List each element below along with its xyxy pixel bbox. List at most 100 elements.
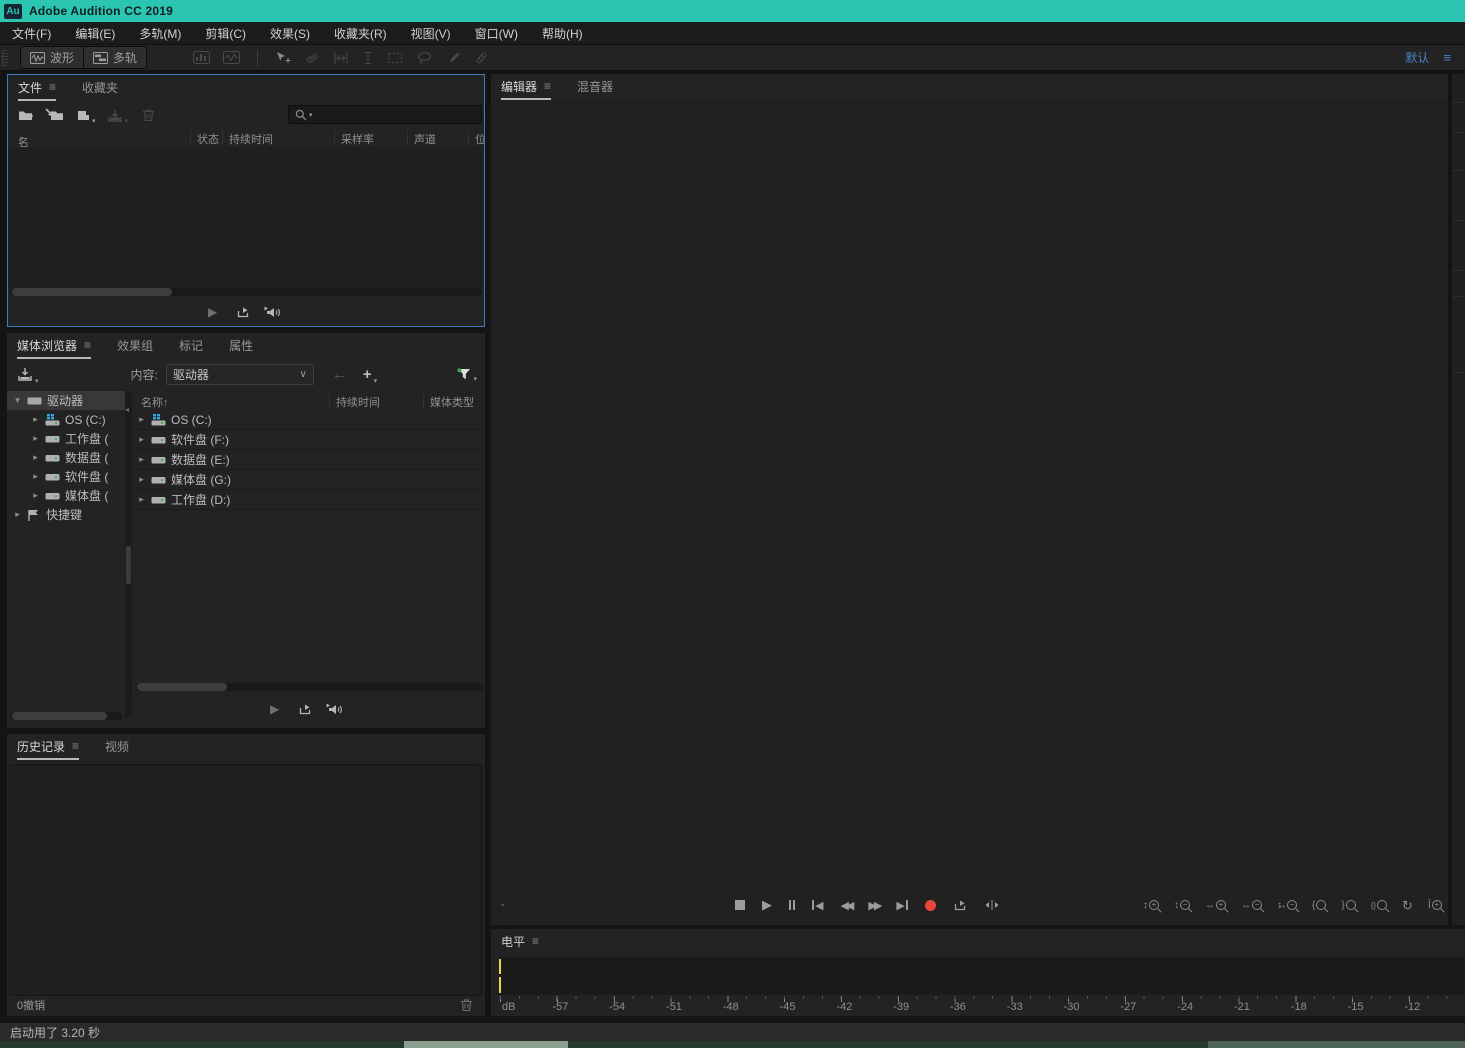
back-arrow-icon[interactable]: ←	[332, 366, 347, 383]
rewind-button[interactable]: ◀◀	[840, 899, 851, 912]
menu-view[interactable]: 视图(V)	[399, 22, 463, 44]
autoplay-speaker-icon[interactable]	[326, 703, 343, 716]
tree-item-data-drive[interactable]: ▸ 数据盘 (	[7, 448, 125, 467]
column-status[interactable]: 状态	[197, 131, 219, 147]
waveform-view-button[interactable]: 波形	[21, 47, 84, 68]
expander-right-icon[interactable]: ▸	[31, 490, 40, 501]
files-list-empty[interactable]	[9, 147, 483, 287]
add-shortcut-icon[interactable]: +	[363, 366, 372, 383]
menu-help[interactable]: 帮助(H)	[530, 22, 595, 44]
media-panel-menu-icon[interactable]: ≡	[84, 338, 91, 352]
razor-tool-icon[interactable]	[304, 51, 320, 65]
new-content-icon[interactable]	[76, 109, 90, 122]
zoom-out-amplitude-button[interactable]: ↕−	[1174, 897, 1190, 913]
pause-button[interactable]	[789, 900, 795, 910]
zoom-out-full-button[interactable]: ↕↔−	[1277, 897, 1297, 913]
tab-media-browser[interactable]: 媒体浏览器 ≡	[17, 333, 91, 359]
history-list-empty[interactable]	[9, 764, 482, 996]
media-column-name[interactable]: 名称↑	[141, 394, 169, 410]
waveform-display-icon[interactable]	[223, 51, 240, 64]
marquee-selection-tool-icon[interactable]	[387, 51, 403, 65]
record-button[interactable]	[925, 900, 936, 911]
expander-right-icon[interactable]: ▸	[137, 474, 146, 485]
level-meter-display[interactable]	[499, 957, 1465, 995]
expander-right-icon[interactable]: ▸	[137, 494, 146, 505]
toolbar-grip[interactable]	[2, 50, 8, 66]
tab-history[interactable]: 历史记录 ≡	[17, 734, 79, 760]
spot-healing-brush-icon[interactable]	[474, 51, 489, 65]
preview-play-button[interactable]: ▶	[270, 702, 279, 716]
expander-right-icon[interactable]: ▸	[31, 452, 40, 463]
history-trash-icon[interactable]	[460, 998, 473, 1012]
go-to-start-button[interactable]: ◀	[812, 899, 823, 912]
editor-panel-menu-icon[interactable]: ≡	[544, 79, 551, 93]
tree-item-soft-drive[interactable]: ▸ 软件盘 (	[7, 467, 125, 486]
workspace-selector[interactable]: 默认	[1405, 49, 1429, 66]
media-row-data-e[interactable]: ▸ 数据盘 (E:)	[133, 450, 485, 470]
workspace-menu-icon[interactable]: ≡	[1443, 50, 1451, 65]
zoom-in-amplitude-button[interactable]: ↕+	[1143, 897, 1159, 913]
expander-right-icon[interactable]: ▸	[137, 434, 146, 445]
media-row-work-d[interactable]: ▸ 工作盘 (D:)	[133, 490, 485, 510]
menu-favorites[interactable]: 收藏夹(R)	[322, 22, 399, 44]
tab-properties[interactable]: 属性	[229, 333, 253, 359]
loop-playback-icon[interactable]	[298, 703, 312, 716]
spectral-display-icon[interactable]	[193, 51, 210, 64]
collapsed-panel-strip[interactable]	[1452, 74, 1465, 925]
expander-right-icon[interactable]: ▸	[137, 414, 146, 425]
preview-play-button[interactable]: ▶	[208, 305, 217, 319]
zoom-to-selection-button[interactable]: {}	[1371, 897, 1387, 913]
menu-edit[interactable]: 编辑(E)	[63, 22, 127, 44]
tab-files[interactable]: 文件 ≡	[18, 75, 56, 101]
files-hscrollbar-thumb[interactable]	[12, 288, 172, 296]
media-list-hscrollbar[interactable]	[135, 683, 483, 691]
import-media-icon[interactable]	[17, 368, 33, 381]
move-tool-icon[interactable]	[275, 51, 291, 65]
go-to-end-button[interactable]: ▶	[896, 899, 907, 912]
skip-selection-button[interactable]	[984, 899, 1000, 911]
zoom-out-time-button[interactable]: ↔−	[1241, 897, 1262, 913]
tree-item-drives[interactable]: ▾ 驱动器	[7, 391, 125, 410]
media-tree-vscrollbar-thumb[interactable]	[126, 546, 131, 584]
column-duration[interactable]: 持续时间	[229, 131, 273, 147]
loop-playback-icon[interactable]	[236, 306, 250, 319]
menu-effects[interactable]: 效果(S)	[258, 22, 322, 44]
zoom-to-in-point-button[interactable]: {	[1312, 897, 1326, 913]
tree-item-work-drive[interactable]: ▸ 工作盘 (	[7, 429, 125, 448]
tab-mixer[interactable]: 混音器	[577, 74, 613, 100]
paintbrush-tool-icon[interactable]	[446, 51, 461, 65]
content-select[interactable]: 驱动器 ∨	[166, 364, 314, 385]
zoom-reset-timer-button[interactable]: ↻	[1402, 897, 1413, 913]
menu-window[interactable]: 窗口(W)	[463, 22, 530, 44]
tree-item-media-drive[interactable]: ▸ 媒体盘 (	[7, 486, 125, 505]
media-row-media-g[interactable]: ▸ 媒体盘 (G:)	[133, 470, 485, 490]
media-tree-vscrollbar[interactable]: ◂	[125, 391, 132, 718]
menu-file[interactable]: 文件(F)	[0, 22, 63, 44]
play-button[interactable]: ▶	[762, 897, 772, 913]
expander-right-icon[interactable]: ▸	[31, 471, 40, 482]
save-file-icon[interactable]	[107, 109, 123, 122]
tab-favorites[interactable]: 收藏夹	[82, 75, 118, 101]
media-column-duration[interactable]: 持续时间	[336, 394, 380, 410]
column-bits[interactable]: 位	[475, 131, 485, 147]
tab-video[interactable]: 视频	[105, 734, 129, 760]
menu-multitrack[interactable]: 多轨(M)	[127, 22, 193, 44]
tab-effects-rack[interactable]: 效果组	[117, 333, 153, 359]
files-search-input[interactable]: ▾	[288, 105, 482, 124]
files-panel-menu-icon[interactable]: ≡	[49, 80, 56, 94]
expander-right-icon[interactable]: ▸	[13, 509, 22, 520]
expander-down-icon[interactable]: ▾	[13, 395, 22, 406]
filter-funnel-icon[interactable]: ▾	[457, 368, 471, 381]
trash-icon[interactable]	[142, 108, 155, 122]
ibeam-tool-icon[interactable]	[362, 51, 374, 65]
tab-markers[interactable]: 标记	[179, 333, 203, 359]
loop-playback-button[interactable]	[953, 899, 967, 912]
column-channels[interactable]: 声道	[414, 131, 436, 147]
history-panel-menu-icon[interactable]: ≡	[72, 739, 79, 753]
multitrack-view-button[interactable]: 多轨	[84, 47, 146, 68]
column-sample-rate[interactable]: 采样率	[341, 131, 374, 147]
tree-item-os-c[interactable]: ▸ OS (C:)	[7, 410, 125, 429]
open-file-icon[interactable]	[18, 109, 35, 122]
media-list-hscrollbar-thumb[interactable]	[137, 683, 227, 691]
media-row-os-c[interactable]: ▸ OS (C:)	[133, 410, 485, 430]
